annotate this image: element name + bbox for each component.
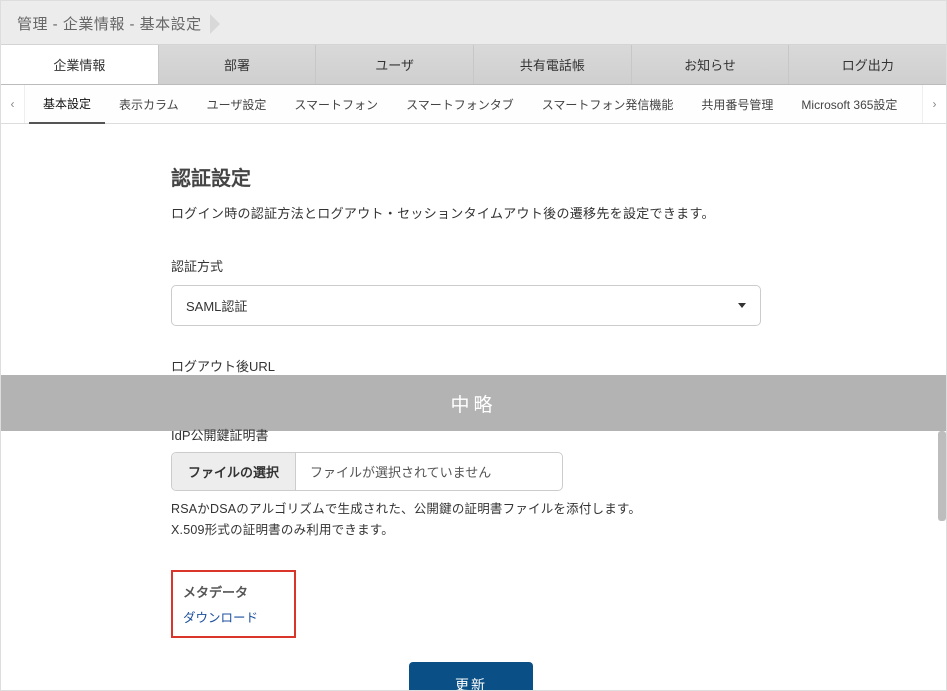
auth-method-selected: SAML認証 [186,296,247,315]
secondary-tab-bar: ‹ 基本設定 表示カラム ユーザ設定 スマートフォン スマートフォンタブ スマー… [1,85,946,124]
breadcrumb-text: 管理 - 企業情報 - 基本設定 [17,13,202,34]
breadcrumb-arrow-icon [210,14,220,34]
choose-file-button[interactable]: ファイルの選択 [172,453,296,490]
content-area: 認証設定 ログイン時の認証方法とログアウト・セッションタイムアウト後の遷移先を設… [1,124,946,375]
scroll-left-button[interactable]: ‹ [1,85,25,123]
auth-method-label: 認証方式 [171,256,771,275]
section-title: 認証設定 [171,162,771,191]
caret-down-icon [738,303,746,308]
lower-content: IdP公開鍵証明書 ファイルの選択 ファイルが選択されていません RSAかDSA… [1,421,946,691]
download-link[interactable]: ダウンロード [183,611,258,625]
tab-log-output[interactable]: ログ出力 [789,45,946,84]
metadata-title: メタデータ [183,582,258,601]
subtab-display-columns[interactable]: 表示カラム [105,86,193,123]
subtab-basic-settings[interactable]: 基本設定 [29,85,105,124]
subtab-m365-settings[interactable]: Microsoft 365設定 [787,86,911,123]
tab-user[interactable]: ユーザ [316,45,474,84]
logout-url-label: ログアウト後URL [171,356,771,375]
file-status-text: ファイルが選択されていません [296,453,562,490]
tab-company-info[interactable]: 企業情報 [1,45,159,84]
tab-announcements[interactable]: お知らせ [632,45,790,84]
tab-department[interactable]: 部署 [159,45,317,84]
subtab-user-settings[interactable]: ユーザ設定 [193,86,281,123]
update-button[interactable]: 更新 [409,662,533,691]
vertical-scrollbar[interactable] [938,431,946,521]
tab-shared-phonebook[interactable]: 共有電話帳 [474,45,632,84]
idp-cert-hint: RSAかDSAのアルゴリズムで生成された、公開鍵の証明書ファイルを添付します。 … [171,499,771,542]
scroll-right-button[interactable]: › [922,85,946,123]
section-description: ログイン時の認証方法とログアウト・セッションタイムアウト後の遷移先を設定できます… [171,203,771,222]
auth-method-select[interactable]: SAML認証 [171,285,761,326]
subtab-smartphone-dial[interactable]: スマートフォン発信機能 [528,86,688,123]
breadcrumb: 管理 - 企業情報 - 基本設定 [17,13,220,34]
file-input-row: ファイルの選択 ファイルが選択されていません [171,452,563,491]
primary-tab-bar: 企業情報 部署 ユーザ 共有電話帳 お知らせ ログ出力 [1,45,946,85]
idp-cert-label: IdP公開鍵証明書 [171,425,771,444]
metadata-box: メタデータ ダウンロード [171,570,296,638]
subtab-smartphone[interactable]: スマートフォン [280,86,392,123]
subtab-shared-number[interactable]: 共用番号管理 [687,86,787,123]
subtab-smartphone-tab[interactable]: スマートフォンタブ [392,86,528,123]
page-header: 管理 - 企業情報 - 基本設定 [1,1,946,45]
